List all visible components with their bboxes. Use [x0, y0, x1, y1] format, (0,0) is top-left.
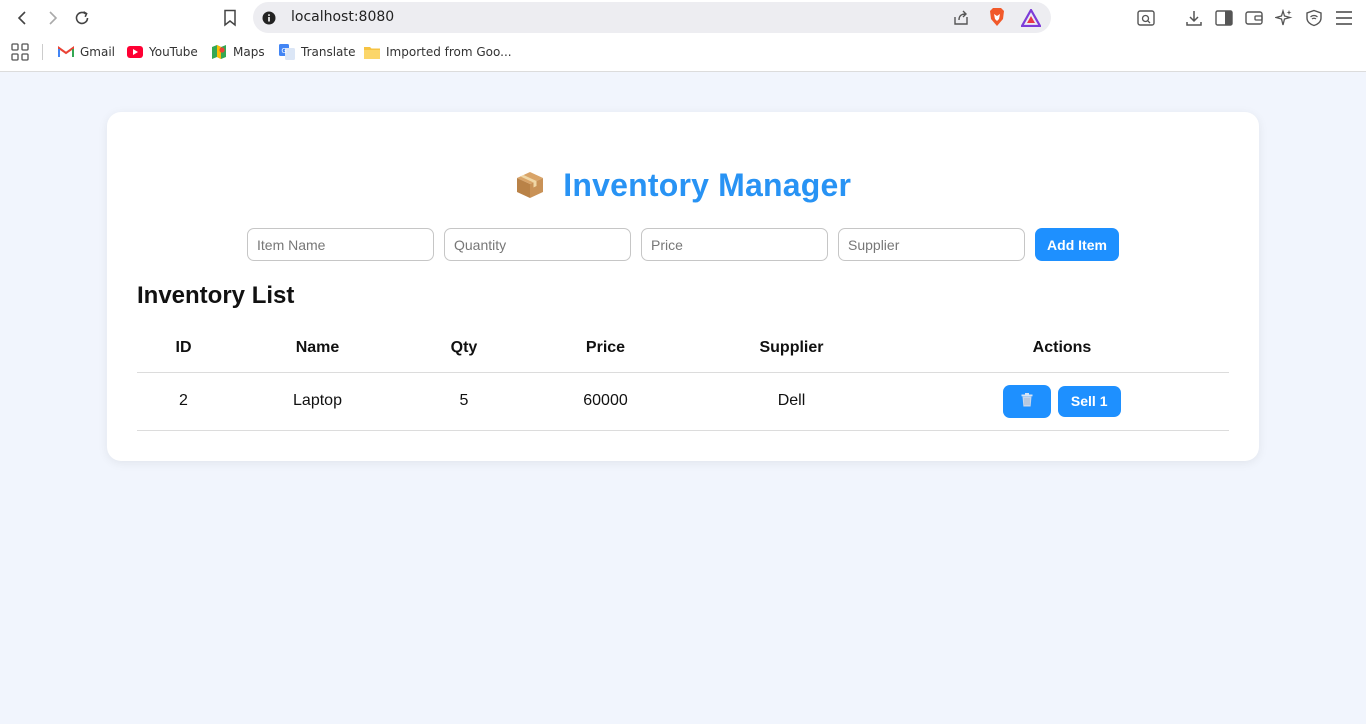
sidebar-icon[interactable] [1213, 7, 1235, 29]
cell-name: Laptop [230, 372, 405, 431]
bookmark-page-icon[interactable] [220, 7, 240, 29]
tab-search-icon[interactable] [1135, 7, 1157, 29]
trash-icon [1021, 392, 1033, 406]
inventory-list-title: Inventory List [137, 282, 295, 309]
bookmark-imported-folder[interactable]: Imported from Goo... [364, 44, 512, 60]
bookmark-label: Imported from Goo... [386, 45, 512, 59]
youtube-icon [127, 44, 143, 60]
url-text: localhost:8080 [291, 9, 395, 25]
menu-icon[interactable] [1333, 7, 1355, 29]
forward-icon[interactable] [41, 7, 63, 29]
browser-chrome: localhost:8080 Gmail YouTube Maps G Tran… [0, 0, 1366, 72]
price-input[interactable] [641, 228, 828, 261]
bookmark-maps[interactable]: Maps [211, 44, 265, 60]
share-icon[interactable] [950, 7, 972, 29]
col-header-price: Price [523, 324, 688, 373]
supplier-input[interactable] [838, 228, 1025, 261]
col-header-actions: Actions [895, 324, 1229, 373]
bookmark-translate[interactable]: G Translate [279, 44, 356, 60]
gmail-icon [58, 44, 74, 60]
bookmark-label: Translate [301, 45, 356, 59]
site-info-icon[interactable] [261, 10, 277, 26]
inventory-table: ID Name Qty Price Supplier Actions 2 Lap… [137, 324, 1229, 431]
bookmark-youtube[interactable]: YouTube [127, 44, 198, 60]
col-header-supplier: Supplier [688, 324, 895, 373]
brave-shield-icon[interactable] [986, 6, 1008, 28]
browser-toolbar: localhost:8080 [0, 0, 1366, 36]
reload-icon[interactable] [71, 7, 93, 29]
cell-actions: Sell 1 [895, 372, 1229, 431]
bookmarks-divider [42, 44, 43, 60]
folder-icon [364, 44, 380, 60]
bookmark-label: Gmail [80, 45, 116, 59]
svg-text:G: G [281, 47, 286, 55]
cell-id: 2 [137, 372, 230, 431]
quantity-input[interactable] [444, 228, 631, 261]
table-row: 2 Laptop 5 60000 Dell Sell 1 [137, 372, 1229, 431]
bookmark-gmail[interactable]: Gmail [58, 44, 115, 60]
table-header-row: ID Name Qty Price Supplier Actions [137, 324, 1229, 373]
page-title: Inventory Manager [563, 167, 852, 203]
cell-price: 60000 [523, 372, 688, 431]
header: Inventory Manager [107, 167, 1259, 205]
add-item-form: Add Item [247, 228, 1119, 261]
maps-icon [211, 44, 227, 60]
address-bar[interactable]: localhost:8080 [253, 2, 1051, 33]
back-icon[interactable] [12, 7, 34, 29]
col-header-id: ID [137, 324, 230, 373]
brave-rewards-icon[interactable] [1020, 7, 1042, 29]
bookmarks-bar: Gmail YouTube Maps G Translate Imported … [0, 36, 1366, 68]
wallet-icon[interactable] [1243, 7, 1265, 29]
delete-button[interactable] [1003, 384, 1052, 418]
add-item-button[interactable]: Add Item [1035, 228, 1119, 261]
sell-one-button[interactable]: Sell 1 [1057, 385, 1121, 417]
package-icon [515, 170, 545, 205]
cell-supplier: Dell [688, 372, 895, 431]
leo-ai-icon[interactable] [1273, 7, 1295, 29]
item-name-input[interactable] [247, 228, 434, 261]
cell-qty: 5 [405, 372, 523, 431]
col-header-qty: Qty [405, 324, 523, 373]
col-header-name: Name [230, 324, 405, 373]
download-icon[interactable] [1183, 7, 1205, 29]
bookmark-label: Maps [233, 45, 265, 59]
translate-icon: G [279, 44, 295, 60]
bookmark-label: YouTube [149, 45, 198, 59]
apps-grid-icon[interactable] [10, 42, 30, 62]
inventory-card: Inventory Manager Add Item Inventory Lis… [107, 112, 1259, 461]
vpn-icon[interactable] [1303, 7, 1325, 29]
